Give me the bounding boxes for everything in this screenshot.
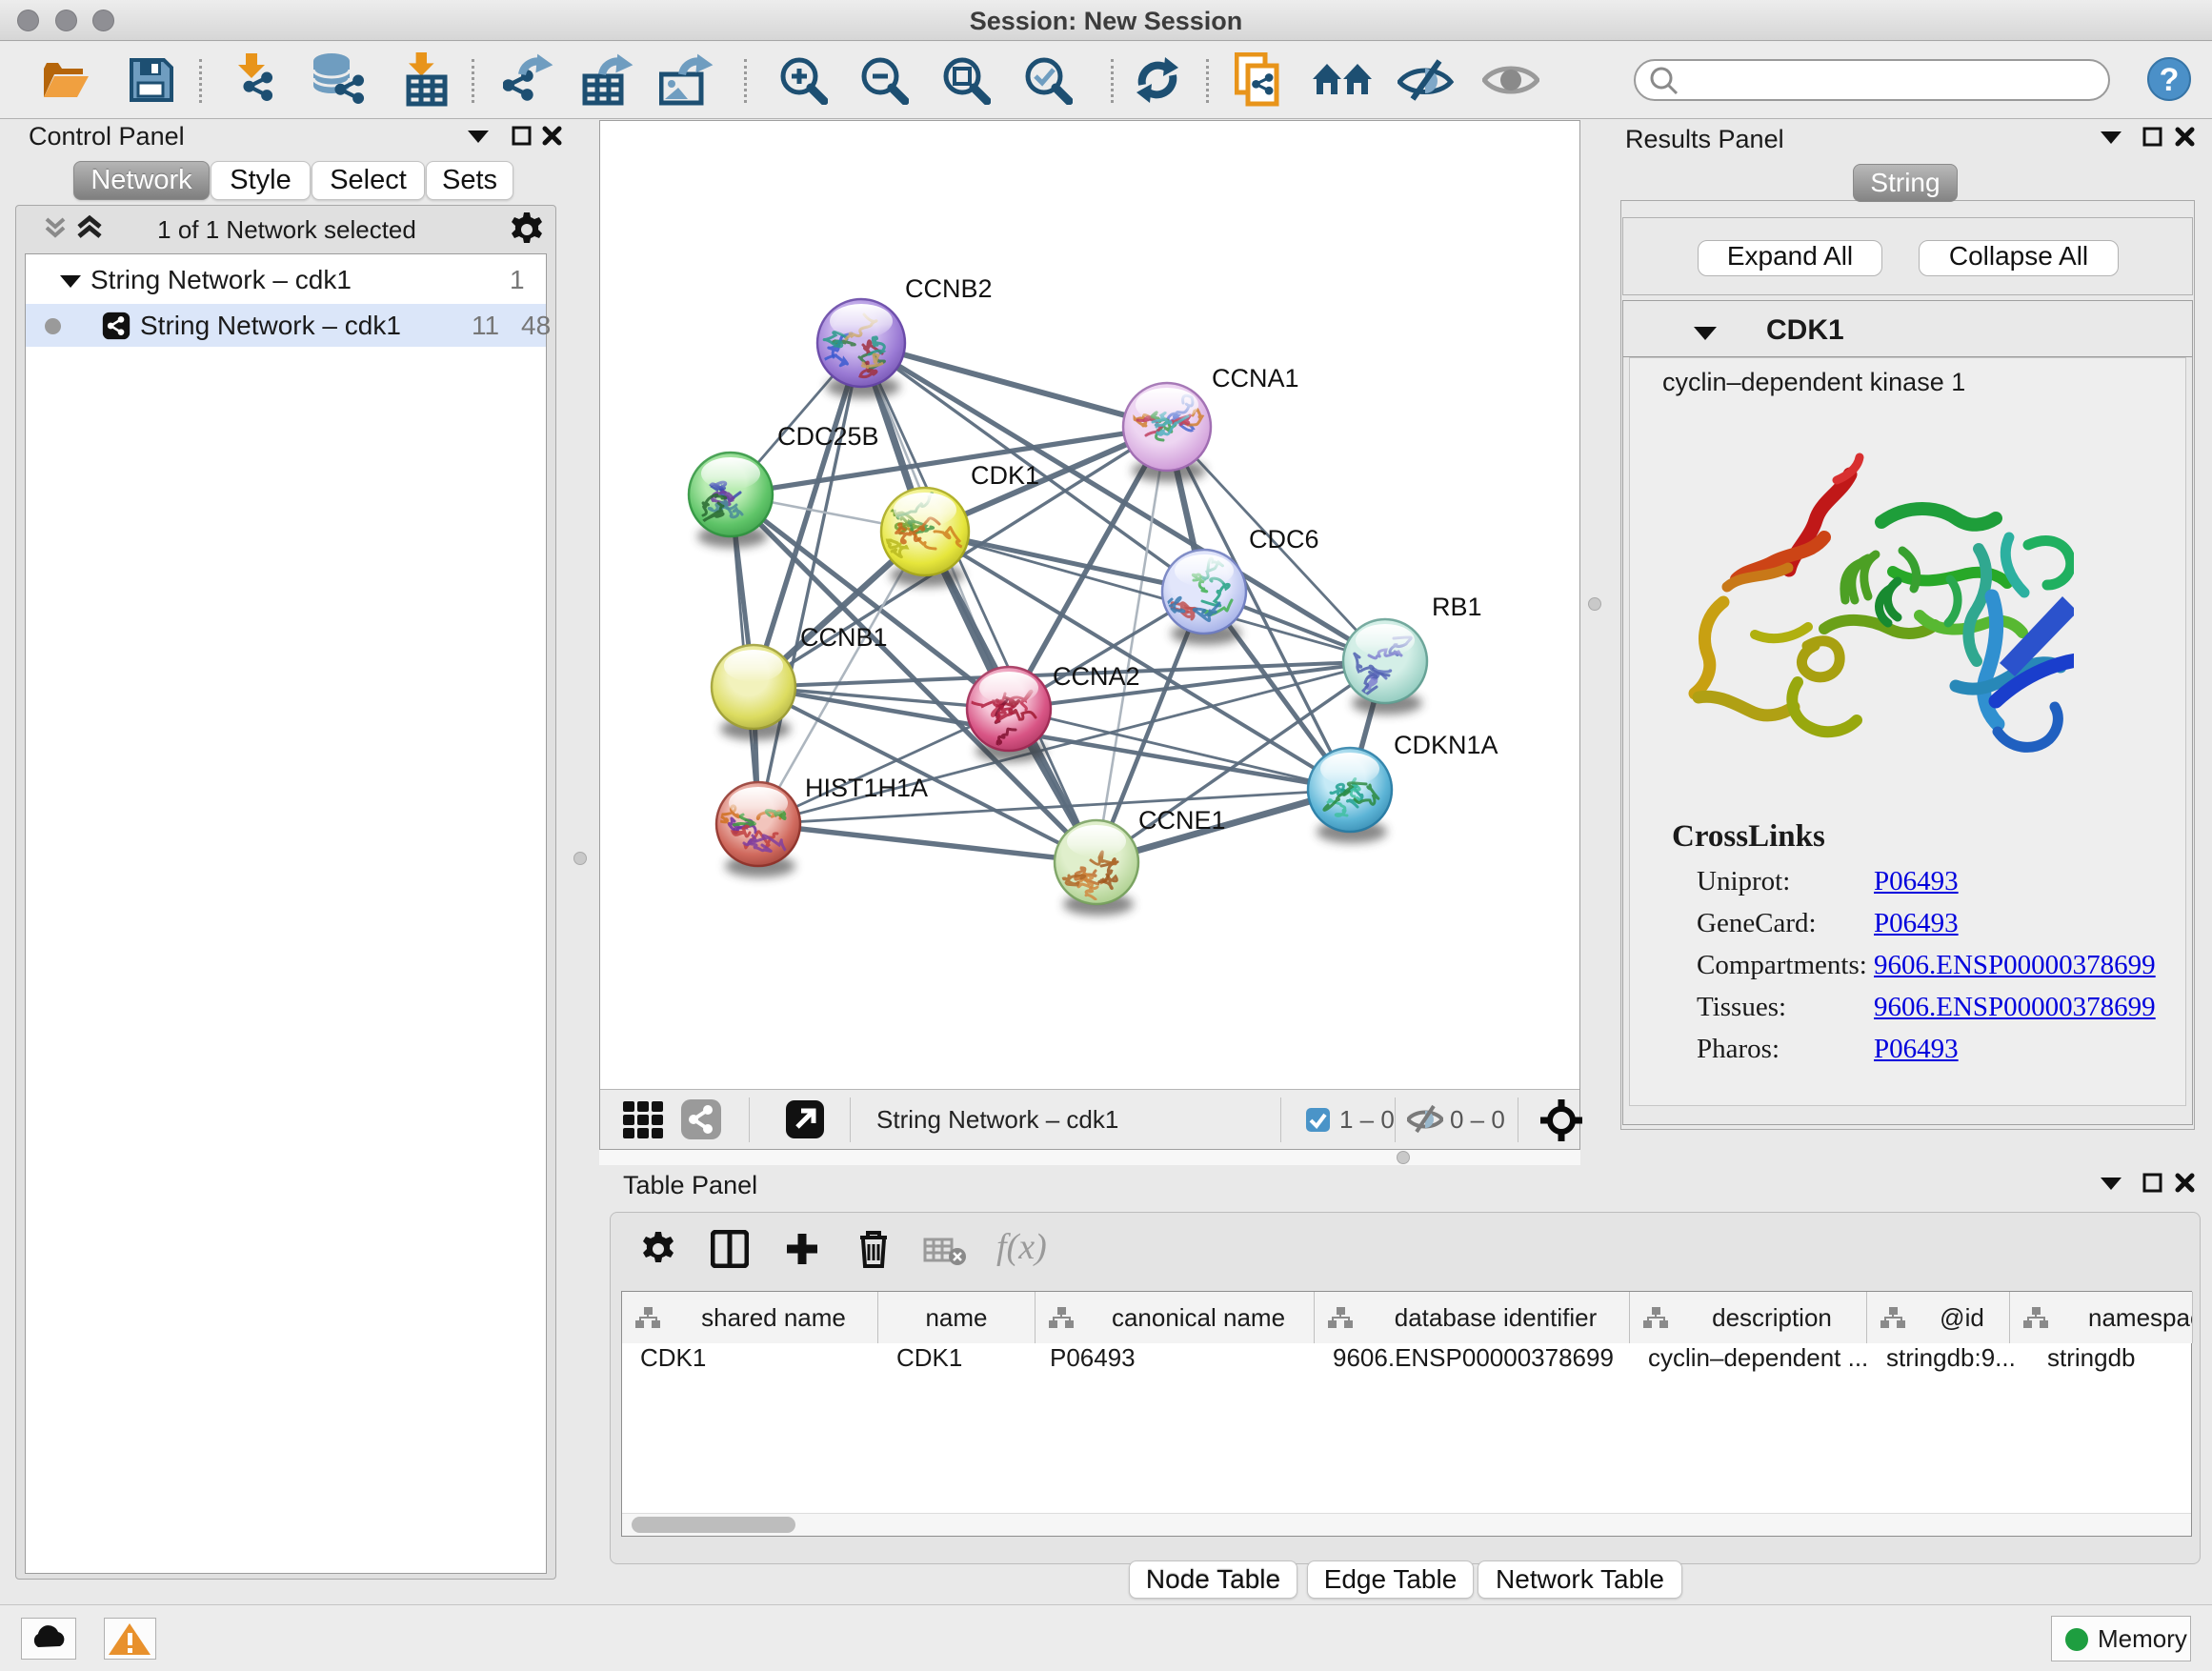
svg-text:CDC6: CDC6 — [1249, 525, 1319, 554]
svg-text:CCNB2: CCNB2 — [905, 274, 993, 303]
svg-text:CCNE1: CCNE1 — [1138, 806, 1226, 835]
svg-text:CCNA1: CCNA1 — [1212, 364, 1299, 393]
svg-text:CDC25B: CDC25B — [777, 422, 879, 451]
svg-text:RB1: RB1 — [1432, 593, 1482, 621]
svg-text:HIST1H1A: HIST1H1A — [805, 774, 928, 802]
svg-text:CDK1: CDK1 — [971, 461, 1039, 490]
svg-text:CCNA2: CCNA2 — [1053, 662, 1140, 691]
svg-text:CCNB1: CCNB1 — [800, 623, 888, 652]
svg-text:CDKN1A: CDKN1A — [1394, 731, 1498, 759]
